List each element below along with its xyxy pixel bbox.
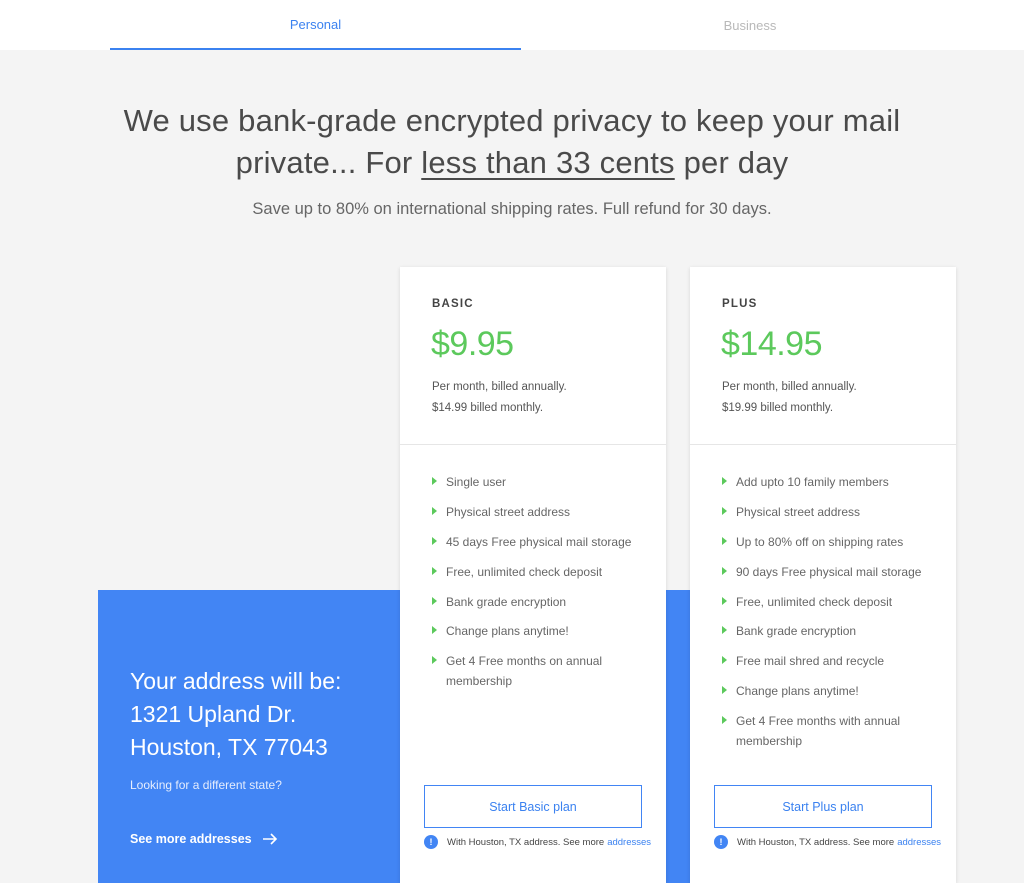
triangle-bullet-icon	[722, 477, 727, 485]
feature-item: Get 4 Free months with annual membership	[722, 711, 944, 751]
feature-text: Add upto 10 family members	[736, 475, 889, 489]
address-note: ! With Houston, TX address. See more add…	[424, 835, 651, 849]
billing-monthly: $19.99 billed monthly.	[722, 402, 834, 414]
triangle-bullet-icon	[432, 506, 437, 515]
feature-item: Free mail shred and recycle	[722, 651, 944, 671]
feature-item: Bank grade encryption	[722, 621, 944, 641]
feature-text: Free, unlimited check deposit	[446, 564, 603, 579]
feature-text: Physical street address	[446, 504, 571, 519]
plan-card-basic: BASIC $9.95 Per month, billed annually. …	[400, 267, 666, 883]
plan-name: BASIC	[432, 298, 474, 310]
feature-text: Get 4 Free months with annual membership	[736, 714, 901, 749]
address-street: 1321 Upland Dr.	[130, 701, 297, 727]
feature-item: 90 days Free physical mail storage	[722, 562, 944, 582]
arrow-right-icon	[262, 833, 277, 845]
triangle-bullet-icon	[722, 566, 727, 575]
feature-item: Up to 80% off on shipping rates	[722, 532, 944, 552]
plan-billing: Per month, billed annually. $14.99 bille…	[432, 377, 567, 419]
triangle-bullet-icon	[432, 596, 437, 605]
info-icon: !	[714, 835, 728, 849]
feature-list: Add upto 10 family members Physical stre…	[722, 472, 944, 761]
start-plus-plan-button[interactable]: Start Plus plan	[714, 785, 932, 828]
plan-billing: Per month, billed annually. $19.99 bille…	[722, 377, 857, 419]
feature-item: Free, unlimited check deposit	[722, 592, 944, 612]
triangle-bullet-icon	[432, 536, 437, 545]
feature-text: Free mail shred and recycle	[736, 654, 885, 669]
page-subtitle: Save up to 80% on international shipping…	[252, 200, 772, 218]
feature-text: 45 days Free physical mail storage	[446, 534, 632, 549]
feature-item: Change plans anytime!	[722, 681, 944, 701]
triangle-bullet-icon	[722, 686, 727, 695]
address-note: ! With Houston, TX address. See more add…	[714, 835, 941, 849]
see-more-addresses-link[interactable]: See more addresses	[130, 832, 278, 846]
triangle-bullet-icon	[722, 656, 727, 665]
triangle-bullet-icon	[722, 596, 727, 605]
plan-price: $14.95	[721, 325, 823, 363]
page-headline: We use bank-grade encrypted privacy to k…	[60, 100, 964, 184]
note-text: With Houston, TX address. See more	[447, 836, 605, 848]
address-heading: Your address will be: 1321 Upland Dr. Ho…	[130, 665, 390, 764]
feature-list: Single user Physical street address 45 d…	[432, 472, 654, 701]
plan-price: $9.95	[431, 325, 514, 363]
billing-annual: Per month, billed annually.	[722, 381, 857, 393]
card-divider	[690, 444, 956, 445]
triangle-bullet-icon	[722, 716, 727, 725]
address-city: Houston, TX 77043	[130, 734, 328, 760]
feature-text: Change plans anytime!	[446, 624, 569, 639]
plan-card-plus: PLUS $14.95 Per month, billed annually. …	[690, 267, 956, 883]
note-text: With Houston, TX address. See more	[737, 836, 895, 848]
tab-business[interactable]: Business	[540, 0, 960, 50]
feature-item: Bank grade encryption	[432, 592, 654, 612]
feature-item: Change plans anytime!	[432, 621, 654, 641]
feature-item: Physical street address	[722, 502, 944, 522]
headline-suffix: per day	[683, 145, 789, 180]
plan-name: PLUS	[722, 298, 758, 310]
feature-text: Bank grade encryption	[736, 624, 857, 639]
triangle-bullet-icon	[722, 536, 727, 545]
feature-text: Up to 80% off on shipping rates	[736, 534, 904, 549]
feature-text: Physical street address	[736, 504, 861, 519]
feature-item: Free, unlimited check deposit	[432, 562, 654, 582]
addresses-link[interactable]: addresses	[607, 837, 651, 848]
triangle-bullet-icon	[432, 477, 437, 485]
address-intro: Your address will be:	[130, 668, 342, 694]
start-basic-plan-button[interactable]: Start Basic plan	[424, 785, 642, 828]
feature-text: Single user	[446, 475, 507, 489]
feature-text: 90 days Free physical mail storage	[736, 564, 922, 579]
headline-highlight: less than 33 cents	[421, 145, 675, 180]
info-icon: !	[424, 835, 438, 849]
plan-type-tabs: Personal Business	[0, 0, 1024, 50]
feature-text: Bank grade encryption	[446, 594, 567, 609]
see-more-label: See more addresses	[130, 832, 252, 846]
triangle-bullet-icon	[432, 566, 437, 575]
triangle-bullet-icon	[432, 626, 437, 635]
feature-item: Add upto 10 family members	[722, 472, 944, 492]
feature-text: Change plans anytime!	[736, 684, 859, 699]
feature-item: Single user	[432, 472, 654, 492]
billing-annual: Per month, billed annually.	[432, 381, 567, 393]
feature-text: Get 4 Free months on annual membership	[446, 654, 603, 689]
addresses-link[interactable]: addresses	[897, 837, 941, 848]
triangle-bullet-icon	[432, 656, 437, 665]
card-divider	[400, 444, 666, 445]
feature-item: 45 days Free physical mail storage	[432, 532, 654, 552]
feature-text: Free, unlimited check deposit	[736, 594, 893, 609]
feature-item: Get 4 Free months on annual membership	[432, 651, 654, 691]
feature-item: Physical street address	[432, 502, 654, 522]
different-state-hint: Looking for a different state?	[130, 778, 282, 792]
triangle-bullet-icon	[722, 506, 727, 515]
billing-monthly: $14.99 billed monthly.	[432, 402, 544, 414]
triangle-bullet-icon	[722, 626, 727, 635]
tab-personal[interactable]: Personal	[110, 0, 521, 50]
